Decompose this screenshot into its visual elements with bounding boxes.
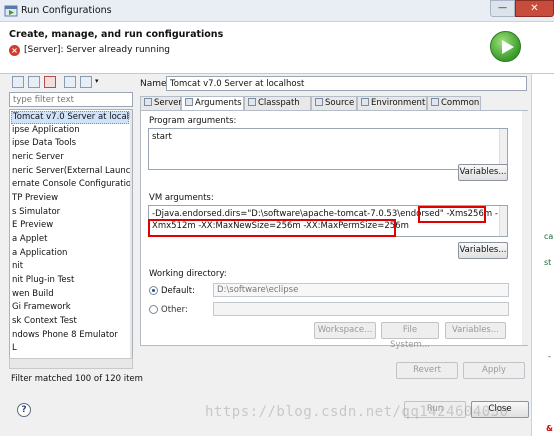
background-text: - [548,352,551,361]
dialog-header: Create, manage, and run configurations ×… [0,22,554,74]
panel-scrollbar[interactable] [522,111,528,345]
window-title: Run Configurations [21,5,112,16]
tree-item[interactable]: s Simulator [12,207,60,220]
arguments-panel: Program arguments: start Variables... VM… [140,110,528,350]
filter-icon[interactable] [80,76,92,88]
default-radio[interactable] [149,286,158,295]
arguments-icon [185,98,193,106]
run-configurations-icon [4,5,18,17]
dialog-heading: Create, manage, and run configurations [9,29,224,40]
other-variables-button[interactable]: Variables... [445,322,506,339]
tree-item[interactable]: neric Server [12,152,64,165]
tree-item[interactable]: ipse Data Tools [12,138,76,151]
other-dir-field [213,302,509,316]
tab-environment[interactable]: Environment [357,96,427,110]
tree-item[interactable]: ndows Phone 8 Emulator [12,330,118,343]
tree-item[interactable]: L [12,343,17,356]
tab-classpath[interactable]: Classpath [244,96,311,110]
new-config-icon[interactable] [12,76,24,88]
environment-icon [361,98,369,106]
background-window: ca st - & [531,74,554,436]
tab-common[interactable]: Common [427,96,481,110]
file-system-button[interactable]: File System... [381,322,439,350]
vm-args-label: VM arguments: [149,193,214,203]
tree-horizontal-scrollbar[interactable] [9,358,133,369]
background-text: & [546,424,553,433]
tree-item[interactable]: nit [12,261,23,274]
other-radio[interactable] [149,305,158,314]
config-tabs: Server Arguments Classpath Source Enviro… [140,96,528,111]
program-args-field[interactable]: start [148,128,508,170]
filter-status: Filter matched 100 of 120 item [11,374,143,384]
delete-icon[interactable] [44,76,56,88]
tree-item[interactable]: sk Context Test [12,316,77,329]
tree-item[interactable]: ernate Console Configuratio [12,179,131,192]
vm-variables-button[interactable]: Variables... [458,242,508,259]
tree-item[interactable]: neric Server(External Launch) [12,166,132,179]
help-icon[interactable]: ? [17,403,31,417]
tree-item[interactable]: wen Build [12,289,54,302]
workspace-button[interactable]: Workspace... [314,322,376,339]
vm-args-scrollbar[interactable] [499,206,507,236]
server-icon [144,98,152,106]
name-field[interactable] [166,76,527,91]
source-icon [315,98,323,106]
tree-item[interactable]: TP Preview [12,193,58,206]
tree-item-tomcat[interactable]: Tomcat v7.0 Server at localh [11,111,132,124]
tree-item[interactable]: a Applet [12,234,47,247]
default-dir-field: D:\software\eclipse [213,283,509,297]
apply-button[interactable]: Apply [463,362,525,379]
config-tree[interactable]: Tomcat v7.0 Server at localh ipse Applic… [9,109,133,369]
run-icon [490,31,521,62]
minimize-button[interactable]: — [490,0,515,17]
tree-item[interactable]: nit Plug-in Test [12,275,74,288]
working-dir-label: Working directory: [149,269,227,279]
background-text: st [544,258,552,267]
filter-dropdown-icon[interactable]: ▾ [95,77,99,85]
tree-item[interactable]: a Application [12,248,67,261]
tab-server[interactable]: Server [140,96,182,110]
collapse-all-icon[interactable] [64,76,76,88]
tab-arguments[interactable]: Arguments [181,96,244,111]
classpath-icon [248,98,256,106]
program-variables-button[interactable]: Variables... [458,164,508,181]
common-icon [431,98,439,106]
window-titlebar: Run Configurations — ✕ [0,0,554,22]
program-args-scrollbar[interactable] [499,129,507,169]
revert-button[interactable]: Revert [396,362,458,379]
background-text: ca [544,232,554,241]
tree-vertical-scrollbar[interactable] [130,110,132,368]
error-icon: × [9,45,20,56]
tree-item[interactable]: Gi Framework [12,302,71,315]
tree-item[interactable]: E Preview [12,220,53,233]
program-args-label: Program arguments: [149,116,237,126]
filter-input[interactable] [9,92,133,107]
other-label: Other: [161,305,188,315]
window-close-button[interactable]: ✕ [515,0,554,17]
annotation-highlight [418,206,486,223]
annotation-highlight [148,219,396,237]
tab-source[interactable]: Source [311,96,357,110]
config-toolbar: ▾ [9,74,129,90]
default-label: Default: [161,286,195,296]
tree-item[interactable]: ipse Application [12,125,80,138]
duplicate-icon[interactable] [28,76,40,88]
error-message: [Server]: Server already running [24,45,171,55]
watermark: https://blog.csdn.net/qq1424604030 [205,404,509,420]
